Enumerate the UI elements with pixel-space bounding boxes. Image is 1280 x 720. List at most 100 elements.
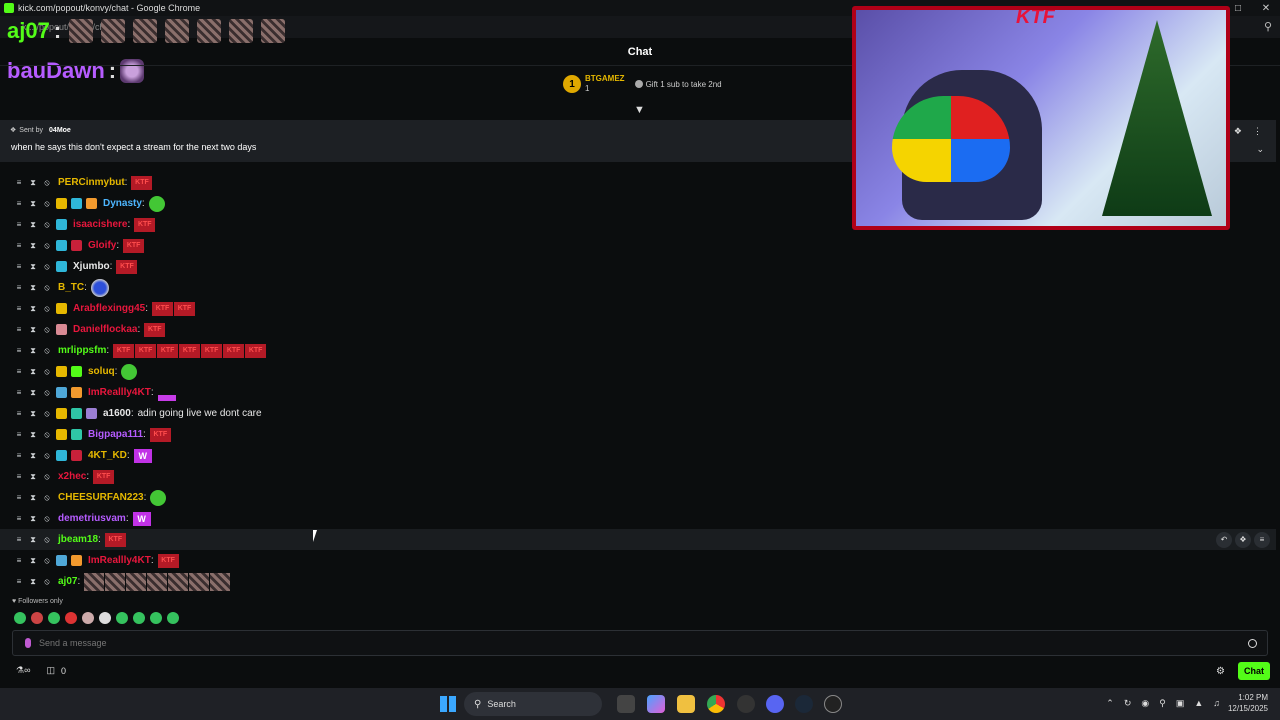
- gift-prompt[interactable]: Gift 1 sub to take 2nd: [634, 80, 722, 89]
- timeout-icon[interactable]: ⧗: [28, 241, 38, 251]
- chat-message-row[interactable]: ≡ ⧗ ⦸ Arabflexingg45: KTF KTF: [0, 298, 1276, 319]
- emoji-picker-icon[interactable]: [1248, 638, 1257, 648]
- delete-icon[interactable]: ≡: [14, 199, 24, 208]
- ban-icon[interactable]: ⦸: [42, 283, 52, 293]
- chat-input-box[interactable]: [12, 630, 1268, 656]
- chat-message-row[interactable]: ≡ ⧗ ⦸ Bigpapa111: KTF: [0, 424, 1276, 445]
- chat-message-row[interactable]: ≡ ⧗ ⦸ ImReallly4KT:: [0, 382, 1276, 403]
- taskbar-search[interactable]: ⚲ Search: [464, 692, 602, 716]
- chat-username[interactable]: mrlippsfm: [58, 345, 106, 356]
- timeout-icon[interactable]: ⧗: [28, 304, 38, 314]
- task-view-icon[interactable]: [617, 695, 635, 713]
- chat-username[interactable]: Bigpapa111: [88, 429, 143, 440]
- file-explorer-icon[interactable]: [677, 695, 695, 713]
- channel-points-icon[interactable]: ⚗∞: [16, 665, 30, 676]
- chat-username[interactable]: ImReallly4KT: [88, 555, 151, 566]
- steam-icon[interactable]: [795, 695, 813, 713]
- identity-icon[interactable]: [25, 638, 31, 648]
- chat-username[interactable]: Danielflockaa: [73, 324, 137, 335]
- delete-icon[interactable]: ≡: [14, 577, 24, 586]
- tray-display-icon[interactable]: ▣: [1176, 698, 1185, 709]
- ban-icon[interactable]: ⦸: [42, 178, 52, 188]
- zoom-icon[interactable]: ⚲: [1264, 20, 1272, 33]
- chat-message-row[interactable]: ≡ ⧗ ⦸ mrlippsfm: KTF KTF KTF KTF KTF KTF KTF: [0, 340, 1276, 361]
- delete-icon[interactable]: ≡: [14, 304, 24, 313]
- chat-message-row[interactable]: ≡ ⧗ ⦸ 4KT_KD: W: [0, 445, 1276, 466]
- quick-emote[interactable]: [48, 612, 60, 624]
- timeout-icon[interactable]: ⧗: [28, 367, 38, 377]
- chat-message-row[interactable]: ≡ ⧗ ⦸ aj07:: [0, 571, 1276, 592]
- chat-username[interactable]: PERCinmybut: [58, 177, 125, 188]
- chat-username[interactable]: 4KT_KD: [88, 450, 127, 461]
- pin-icon[interactable]: ❖: [1235, 531, 1251, 548]
- ban-icon[interactable]: ⦸: [42, 346, 52, 356]
- chat-username[interactable]: demetriusvam: [58, 513, 126, 524]
- close-icon[interactable]: ✕: [1252, 0, 1280, 16]
- chat-username[interactable]: CHEESURFAN223: [58, 492, 144, 503]
- ban-icon[interactable]: ⦸: [42, 220, 52, 230]
- store-icon[interactable]: ◫: [46, 665, 55, 676]
- timeout-icon[interactable]: ⧗: [28, 451, 38, 461]
- collapse-icon[interactable]: ▼: [634, 104, 645, 116]
- chat-message-row[interactable]: ≡ ⧗ ⦸ B_TC:: [0, 277, 1276, 298]
- chat-message-row[interactable]: ≡ ⧗ ⦸ x2hec: KTF: [0, 466, 1276, 487]
- delete-icon[interactable]: ≡: [14, 367, 24, 376]
- delete-icon[interactable]: ≡: [14, 283, 24, 292]
- chat-message-row[interactable]: ≡ ⧗ ⦸ jbeam18: KTF ↶ ❖ ≡: [0, 529, 1276, 550]
- obs-icon[interactable]: [737, 695, 755, 713]
- tray-volume-icon[interactable]: ♫: [1213, 698, 1220, 709]
- ban-icon[interactable]: ⦸: [42, 388, 52, 398]
- timeout-icon[interactable]: ⧗: [28, 472, 38, 482]
- ban-icon[interactable]: ⦸: [42, 493, 52, 503]
- timeout-icon[interactable]: ⧗: [28, 346, 38, 356]
- timeout-icon[interactable]: ⧗: [28, 514, 38, 524]
- chat-username[interactable]: Dynasty: [103, 198, 142, 209]
- chat-username[interactable]: Xjumbo: [73, 261, 110, 272]
- timeout-icon[interactable]: ⧗: [28, 283, 38, 293]
- unpin-icon[interactable]: ❖: [1234, 126, 1242, 137]
- quick-emote[interactable]: [133, 612, 145, 624]
- timeout-icon[interactable]: ⧗: [28, 262, 38, 272]
- quick-emote[interactable]: [167, 612, 179, 624]
- ban-icon[interactable]: ⦸: [42, 472, 52, 482]
- taskbar-clock[interactable]: 1:02 PM 12/15/2025: [1228, 692, 1268, 714]
- chat-username[interactable]: isaacishere: [73, 219, 128, 230]
- chat-message-row[interactable]: ≡ ⧗ ⦸ soluq:: [0, 361, 1276, 382]
- quick-emote[interactable]: [65, 612, 77, 624]
- send-chat-button[interactable]: Chat: [1238, 662, 1270, 680]
- delete-icon[interactable]: ≡: [14, 451, 24, 460]
- quick-emote[interactable]: [14, 612, 26, 624]
- chat-message-row[interactable]: ≡ ⧗ ⦸ CHEESURFAN223:: [0, 487, 1276, 508]
- windows-start-icon[interactable]: [440, 696, 456, 712]
- ban-icon[interactable]: ⦸: [42, 577, 52, 587]
- chevron-down-icon[interactable]: ⌄: [1256, 144, 1264, 155]
- delete-icon[interactable]: ≡: [14, 472, 24, 481]
- chat-message-input[interactable]: [39, 638, 1248, 648]
- delete-icon[interactable]: ≡: [14, 325, 24, 334]
- chat-username[interactable]: x2hec: [58, 471, 86, 482]
- timeout-icon[interactable]: ⧗: [28, 409, 38, 419]
- reply-icon[interactable]: ↶: [1216, 531, 1232, 548]
- delete-icon[interactable]: ≡: [14, 388, 24, 397]
- ban-icon[interactable]: ⦸: [42, 262, 52, 272]
- chat-username[interactable]: Arabflexingg45: [73, 303, 145, 314]
- delete-icon[interactable]: ≡: [14, 514, 24, 523]
- timeout-icon[interactable]: ⧗: [28, 430, 38, 440]
- delete-icon[interactable]: ≡: [14, 220, 24, 229]
- ban-icon[interactable]: ⦸: [42, 409, 52, 419]
- pinned-sender-name[interactable]: 04Moe: [49, 127, 71, 134]
- quick-emote[interactable]: [82, 612, 94, 624]
- tray-sync-icon[interactable]: ↻: [1124, 698, 1132, 709]
- tray-chevron-icon[interactable]: ⌃: [1106, 698, 1114, 709]
- delete-icon[interactable]: ≡: [14, 346, 24, 355]
- quick-emote[interactable]: [31, 612, 43, 624]
- timeout-icon[interactable]: ⧗: [28, 556, 38, 566]
- gear-icon[interactable]: ⚙: [1216, 666, 1225, 677]
- chrome-icon[interactable]: [707, 695, 725, 713]
- tray-record-icon[interactable]: ◉: [1141, 698, 1149, 709]
- chat-message-row[interactable]: ≡ ⧗ ⦸ Xjumbo: KTF: [0, 256, 1276, 277]
- timeout-icon[interactable]: ⧗: [28, 493, 38, 503]
- delete-icon[interactable]: ≡: [14, 262, 24, 271]
- chat-username[interactable]: soluq: [88, 366, 115, 377]
- ban-icon[interactable]: ⦸: [42, 514, 52, 524]
